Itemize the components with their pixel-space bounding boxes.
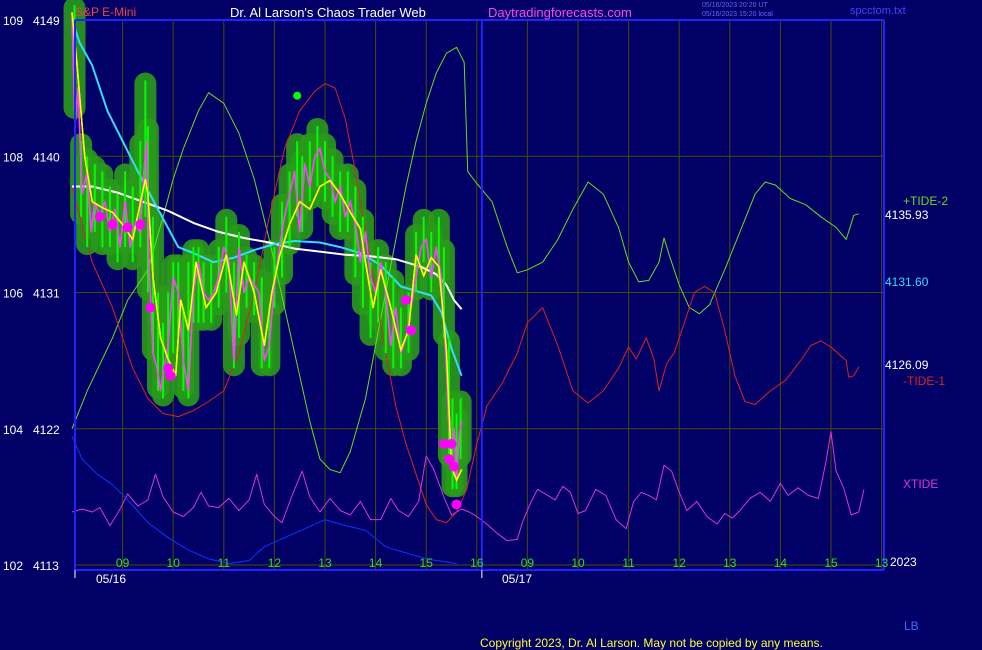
x-hour-label: 10 — [571, 556, 585, 570]
series-blue_line — [71, 436, 457, 564]
y-tick-label-left: 102 — [3, 559, 23, 573]
magenta-dot — [446, 438, 457, 449]
year-label: 2023 — [890, 555, 917, 569]
y-tick-label-left: 109 — [3, 14, 23, 28]
y-tick-label-right: 4122 — [33, 423, 60, 437]
x-hour-label: 14 — [369, 556, 383, 570]
x-hour-label: 13 — [318, 556, 332, 570]
x-hour-label: 09 — [116, 556, 130, 570]
copyright: Copyright 2023, Dr. Al Larson. May not b… — [480, 636, 823, 650]
x-hour-label: 11 — [218, 556, 231, 570]
magenta-dot — [135, 219, 146, 230]
x-hour-label: 13 — [723, 556, 737, 570]
y-tick-label-left: 104 — [3, 423, 23, 437]
x-hour-label: 15 — [824, 556, 838, 570]
magenta-dot — [94, 211, 105, 222]
y-tick-label-right: 4131 — [33, 287, 60, 301]
x-hour-label: 11 — [622, 556, 635, 570]
x-hour-label: 10 — [167, 556, 181, 570]
x-hour-label: 12 — [268, 556, 282, 570]
magenta-dot — [165, 370, 176, 381]
x-hour-label: 14 — [774, 556, 788, 570]
timestamp-ut: 05/16/2023 20:20 UT — [702, 2, 768, 9]
y-tick-label-right: 4113 — [33, 559, 59, 573]
label-value-4135: 4135.93 — [885, 208, 929, 222]
y-tick-label-right: 4140 — [33, 150, 60, 164]
magenta-dot — [451, 499, 462, 510]
label-value-4131: 4131.60 — [885, 275, 929, 289]
timestamp-local: 05/16/2023 15:20 local — [702, 11, 773, 18]
x-hour-label: 12 — [673, 556, 687, 570]
y-tick-label-left: 108 — [3, 150, 23, 164]
green-dot — [293, 91, 302, 100]
magenta-dot — [122, 222, 133, 233]
site-title: Dr. Al Larson's Chaos Trader Web — [230, 5, 426, 20]
magenta-dot — [107, 219, 118, 230]
magenta-dot — [406, 325, 417, 336]
label-xtide: XTIDE — [903, 477, 939, 491]
magenta-dot — [400, 295, 411, 306]
bar-glow-layer — [63, 0, 472, 498]
date-label: 05/17 — [502, 572, 532, 586]
y-tick-label-left: 106 — [3, 287, 23, 301]
label-tide-minus: -TIDE-1 — [903, 374, 945, 388]
x-hour-label: 13 — [875, 556, 889, 570]
y-tick-label-right: 4149 — [33, 14, 60, 28]
chart-svg: 109 4149 108 4140 106 4131 104 4122 102 4113 09 10 1… — [3, 0, 889, 586]
file-name: spcctom.txt — [850, 5, 906, 17]
x-hour-label: 15 — [420, 556, 434, 570]
initials-label: LB — [904, 619, 919, 633]
x-hour-label: 09 — [521, 556, 535, 570]
date-label: 05/16 — [96, 572, 126, 586]
label-value-4126: 4126.09 — [885, 358, 929, 372]
label-tide-plus: +TIDE-2 — [903, 194, 949, 208]
magenta-dot — [449, 461, 460, 472]
x-hour-label: 16 — [470, 556, 484, 570]
magenta-dot — [145, 302, 156, 313]
instrument-title: S&P E-Mini — [75, 5, 137, 19]
site-url[interactable]: Daytradingforecasts.com — [488, 6, 632, 19]
